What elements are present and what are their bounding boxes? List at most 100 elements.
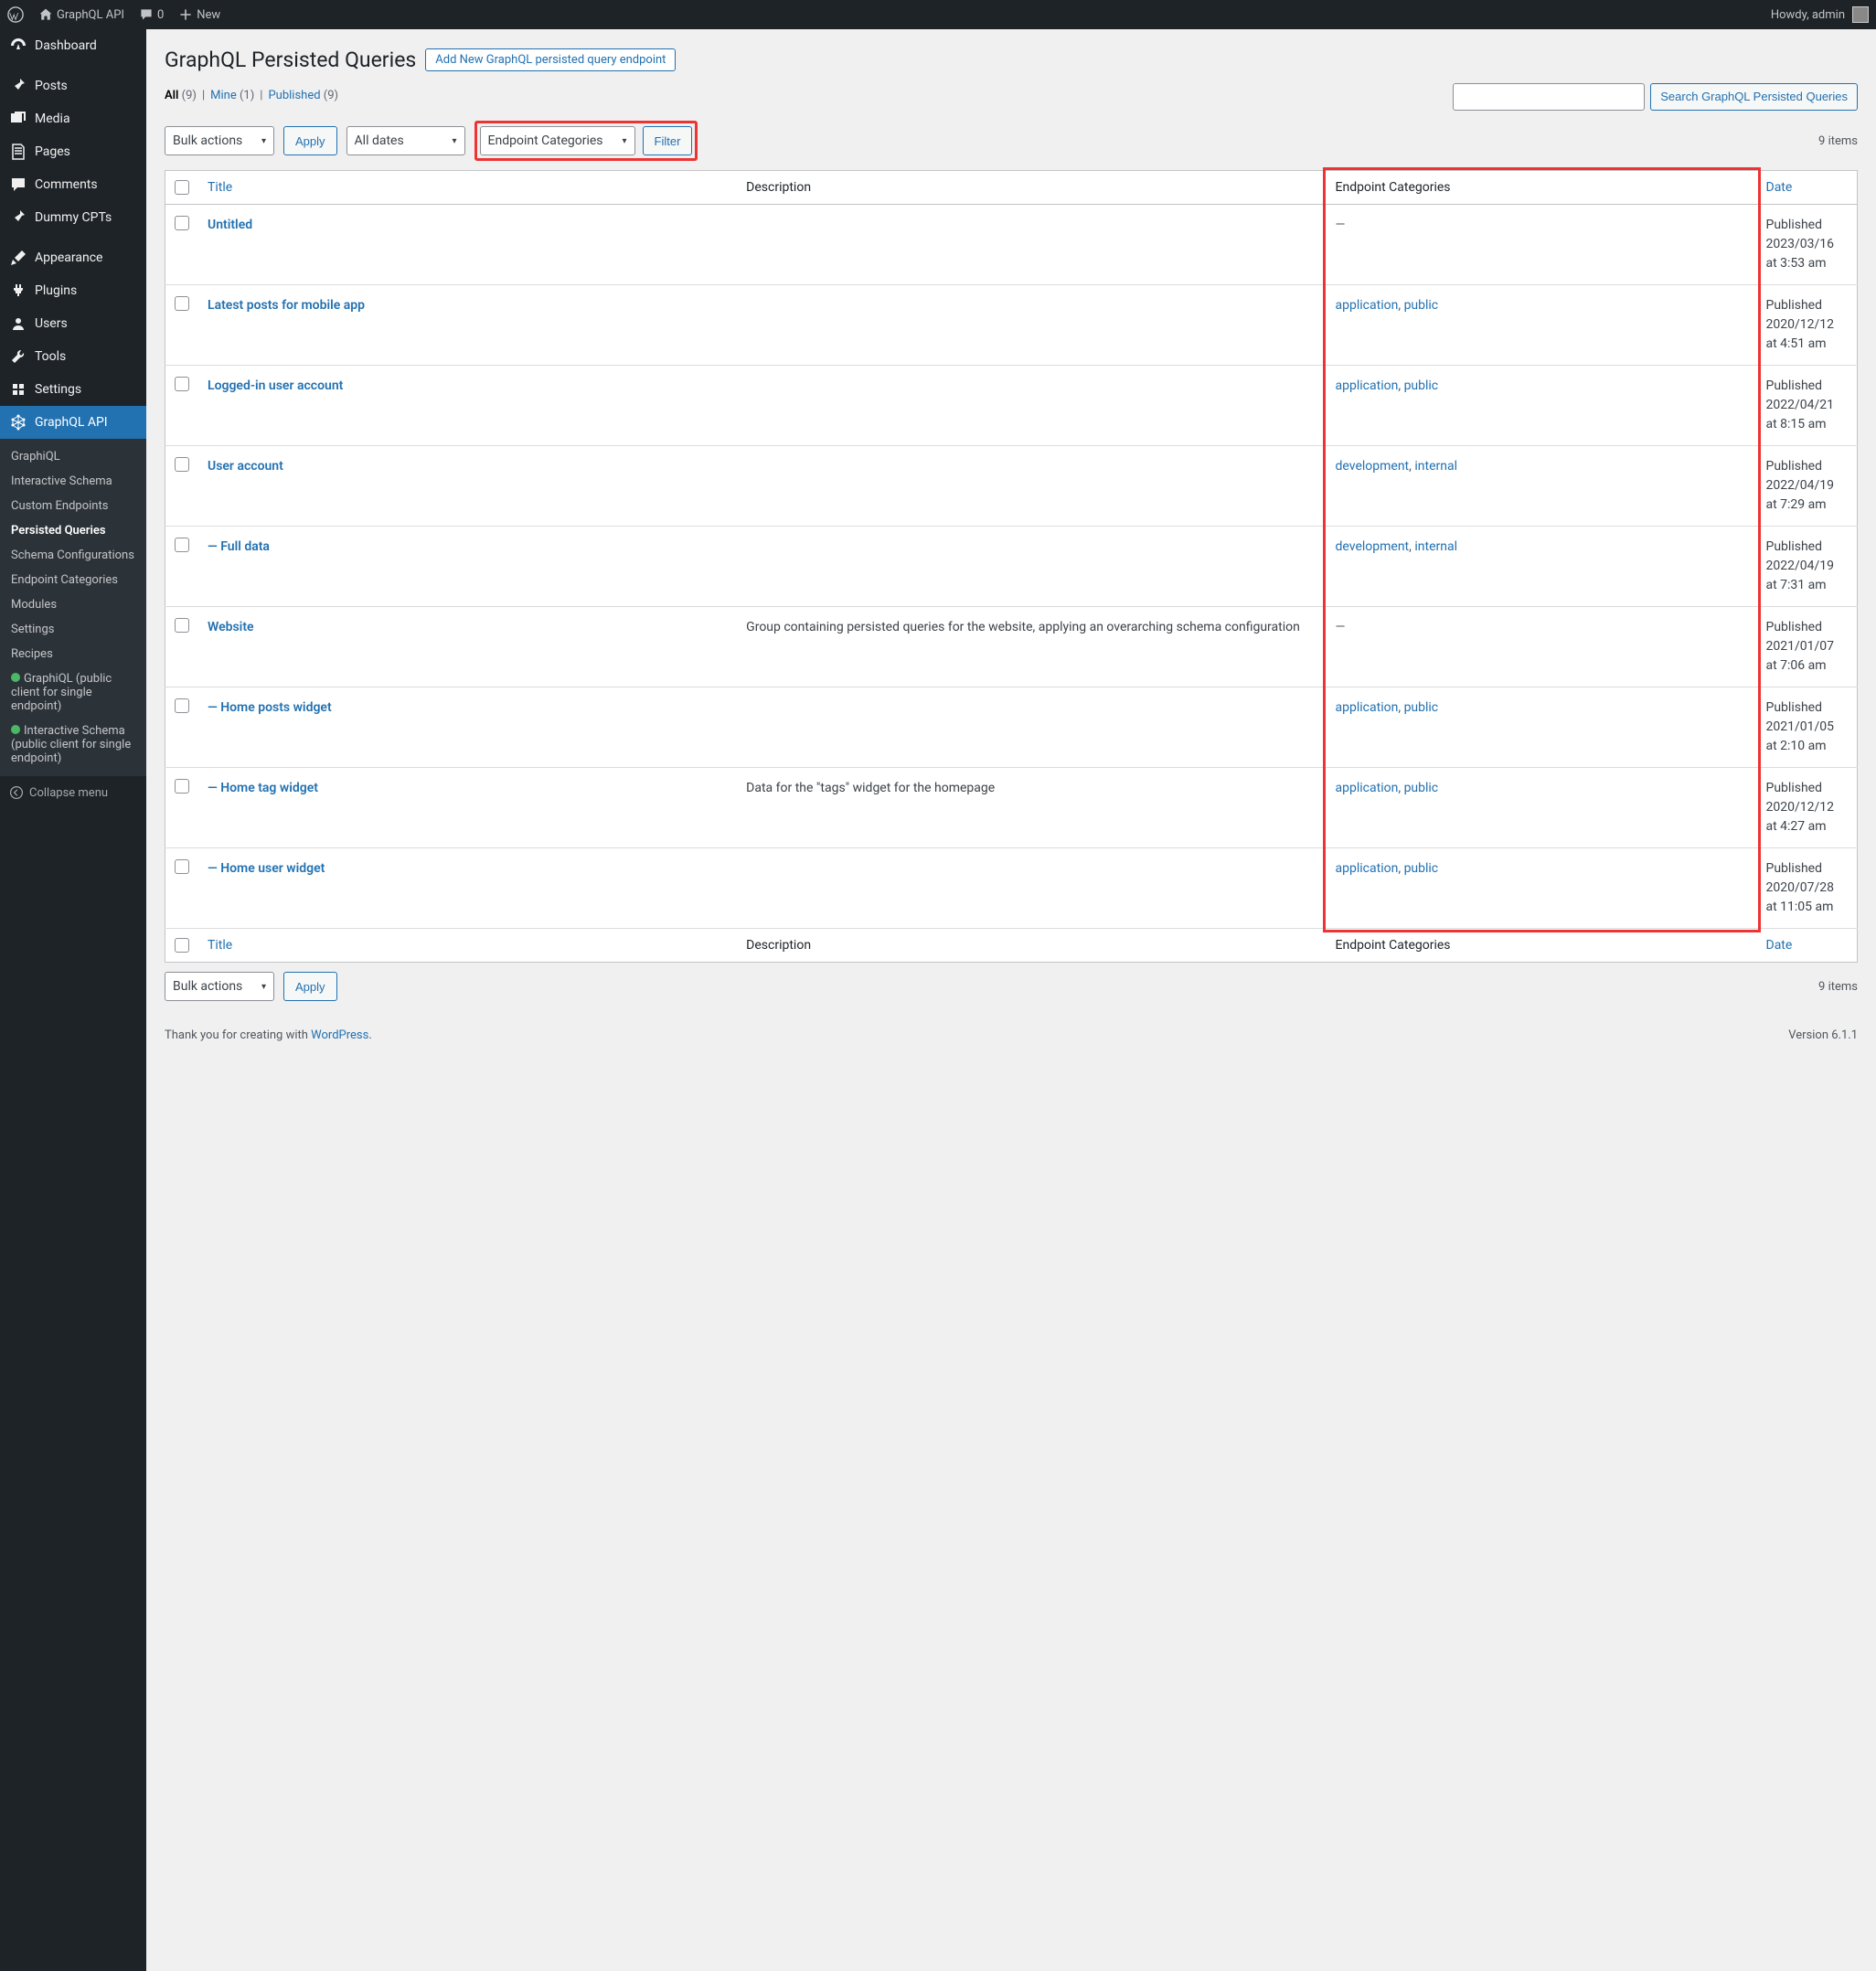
select-all-checkbox-footer[interactable] [175,938,189,953]
chevron-down-icon: ▾ [261,982,266,992]
row-title-link[interactable]: Latest posts for mobile app [208,298,365,313]
bulk-actions-select-bottom[interactable]: Bulk actions▾ [165,972,274,1001]
select-all-checkbox[interactable] [175,180,189,195]
view-mine[interactable]: Mine (1) [210,89,254,102]
row-checkbox[interactable] [175,698,189,713]
menu-item-media[interactable]: Media [0,102,146,135]
category-link[interactable]: application [1336,861,1399,876]
menu-item-comments[interactable]: Comments [0,168,146,201]
account-menu[interactable]: Howdy, admin [1771,6,1869,23]
row-title-link[interactable]: User account [208,459,283,474]
row-checkbox[interactable] [175,457,189,472]
menu-item-dummy-cpts[interactable]: Dummy CPTs [0,201,146,234]
category-link[interactable]: application [1336,298,1399,313]
submenu-item[interactable]: GraphiQL [0,444,146,469]
row-date: Published 2023/03/16 at 3:53 am [1757,205,1858,285]
search-button[interactable]: Search GraphQL Persisted Queries [1650,83,1858,111]
submenu-item[interactable]: Settings [0,617,146,642]
category-link[interactable]: internal [1414,539,1457,554]
view-published[interactable]: Published (9) [268,89,338,102]
row-categories: — [1327,607,1757,687]
menu-item-tools[interactable]: Tools [0,340,146,373]
menu-item-appearance[interactable]: Appearance [0,241,146,274]
row-date: Published 2020/07/28 at 11:05 am [1757,848,1858,929]
row-description [737,848,1326,929]
row-date: Published 2021/01/05 at 2:10 am [1757,687,1858,768]
category-link[interactable]: public [1404,298,1439,313]
table-row: Latest posts for mobile appapplication, … [165,285,1858,366]
col-title[interactable]: Title [198,171,737,205]
row-title-link[interactable]: Logged-in user account [208,378,343,393]
view-all[interactable]: All (9) [165,89,197,102]
row-title-link[interactable]: — Home tag widget [208,781,318,795]
category-link[interactable]: application [1336,781,1399,795]
category-link[interactable]: application [1336,378,1399,393]
menu-item-dashboard[interactable]: Dashboard [0,29,146,62]
submenu-item[interactable]: Modules [0,592,146,617]
row-checkbox[interactable] [175,779,189,794]
row-checkbox[interactable] [175,377,189,391]
col-categories-footer: Endpoint Categories [1327,929,1757,963]
bulk-actions-select[interactable]: Bulk actions▾ [165,126,274,155]
filter-button[interactable]: Filter [643,126,693,155]
row-title-link[interactable]: — Home posts widget [208,700,332,715]
category-link[interactable]: development [1336,539,1410,554]
table-row: — Home posts widgetapplication, publicPu… [165,687,1858,768]
submenu-item[interactable]: Recipes [0,642,146,666]
view-links: All (9) | Mine (1) | Published (9) [165,89,338,102]
table-row: User accountdevelopment, internalPublish… [165,446,1858,527]
wp-logo[interactable] [7,6,24,23]
comments-bubble[interactable]: 0 [139,7,164,22]
col-date-footer[interactable]: Date [1757,929,1858,963]
apply-bulk-button-bottom[interactable]: Apply [283,972,337,1001]
row-checkbox[interactable] [175,618,189,633]
category-filter-select[interactable]: Endpoint Categories▾ [480,126,635,155]
submenu-item[interactable]: Interactive Schema (public client for si… [0,719,146,771]
col-date[interactable]: Date [1757,171,1858,205]
category-link[interactable]: internal [1414,459,1457,474]
col-description-footer: Description [737,929,1326,963]
row-description [737,446,1326,527]
menu-item-pages[interactable]: Pages [0,135,146,168]
submenu-item[interactable]: Interactive Schema [0,469,146,494]
submenu-item[interactable]: Persisted Queries [0,518,146,543]
wordpress-link[interactable]: WordPress [311,1028,368,1042]
search-input[interactable] [1453,83,1645,111]
row-checkbox[interactable] [175,216,189,230]
row-title-link[interactable]: Website [208,620,254,634]
row-checkbox[interactable] [175,296,189,311]
add-new-button[interactable]: Add New GraphQL persisted query endpoint [425,48,676,71]
apply-bulk-button[interactable]: Apply [283,126,337,155]
category-link[interactable]: public [1404,861,1439,876]
howdy-text: Howdy, admin [1771,8,1845,22]
col-title-footer[interactable]: Title [198,929,737,963]
submenu-item[interactable]: GraphiQL (public client for single endpo… [0,666,146,719]
submenu-item[interactable]: Endpoint Categories [0,568,146,592]
row-title-link[interactable]: — Home user widget [208,861,325,876]
submenu-item[interactable]: Custom Endpoints [0,494,146,518]
row-checkbox[interactable] [175,859,189,874]
row-title-link[interactable]: — Full data [208,539,270,554]
site-home[interactable]: GraphQL API [38,7,124,22]
category-link[interactable]: public [1404,781,1439,795]
submenu-item[interactable]: Schema Configurations [0,543,146,568]
collapse-menu[interactable]: Collapse menu [0,776,146,809]
row-description: Group containing persisted queries for t… [737,607,1326,687]
site-name: GraphQL API [57,8,124,22]
menu-item-settings[interactable]: Settings [0,373,146,406]
menu-item-plugins[interactable]: Plugins [0,274,146,307]
category-link[interactable]: public [1404,700,1439,715]
row-date: Published 2021/01/07 at 7:06 am [1757,607,1858,687]
menu-item-users[interactable]: Users [0,307,146,340]
menu-item-graphql-api[interactable]: GraphQL API [0,406,146,439]
table-row: — Full datadevelopment, internalPublishe… [165,527,1858,607]
row-checkbox[interactable] [175,538,189,552]
date-filter-select[interactable]: All dates▾ [346,126,465,155]
menu-item-posts[interactable]: Posts [0,69,146,102]
category-link[interactable]: public [1404,378,1439,393]
row-title-link[interactable]: Untitled [208,218,252,232]
pin-icon [9,77,27,95]
new-content[interactable]: New [178,7,220,22]
category-link[interactable]: application [1336,700,1399,715]
category-link[interactable]: development [1336,459,1410,474]
